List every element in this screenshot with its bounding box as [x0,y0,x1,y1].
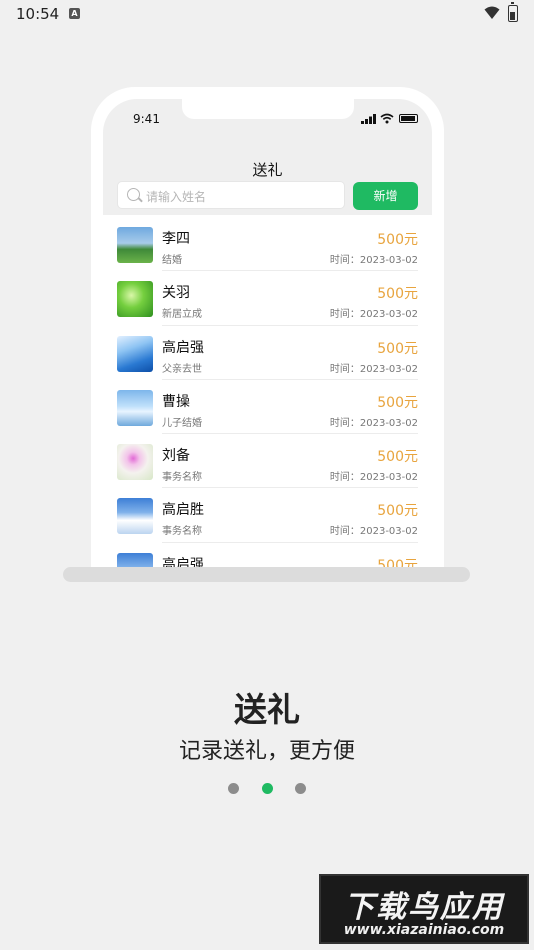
item-amount: 500元 [377,449,418,466]
item-time: 时间：2023-03-02 [329,309,418,321]
item-time: 时间：2023-03-02 [329,363,418,375]
item-amount: 500元 [377,503,418,520]
gift-list: 李四 结婚 500元 时间：2023-03-02 关羽 新居立成 500元 时间… [103,217,432,567]
item-desc: 新居立成 [162,309,202,321]
item-amount: 500元 [377,340,418,357]
phone-status-time: 9:41 [133,112,160,126]
list-item[interactable]: 刘备 事务名称 500元 时间：2023-03-02 [103,434,432,489]
battery-charging-icon [508,2,518,22]
onboarding-subheading: 记录送礼，更方便 [178,739,355,764]
item-desc: 事务名称 [162,472,202,484]
list-item[interactable]: 关羽 新居立成 500元 时间：2023-03-02 [103,271,432,326]
item-thumbnail [117,498,153,535]
system-status-bar: 10:54 A [0,0,534,28]
item-amount: 500元 [377,557,418,567]
item-desc: 结婚 [162,255,182,266]
phone-mockup: 9:41 送礼 请输入姓名 新增 李四 结婚 500元 时间：2023-03-0 [91,87,444,567]
list-item[interactable]: 曹操 儿子结婚 500元 时间：2023-03-02 [103,380,432,435]
item-name: 曹操 [162,393,190,410]
item-name: 高启强 [162,339,204,356]
signal-icon [361,114,376,124]
item-amount: 500元 [377,394,418,411]
item-time: 时间：2023-03-02 [329,417,418,429]
watermark-logo: 下载鸟应用 www.xiazainiao.com [319,874,529,944]
item-desc: 事务名称 [162,526,202,538]
watermark-url: www.xiazainiao.com [343,922,505,938]
phone-wifi-icon [380,113,394,124]
page-indicator [228,783,308,795]
item-thumbnail [117,389,153,426]
item-thumbnail [117,335,153,372]
item-time: 时间：2023-03-02 [329,255,418,266]
page-dot[interactable] [228,783,239,794]
onboarding-heading: 送礼 [234,690,300,729]
phone-base [63,567,470,582]
item-thumbnail [117,281,153,318]
list-item[interactable]: 李四 结婚 500元 时间：2023-03-02 [103,217,432,272]
list-item[interactable]: 高启强 500元 [103,543,432,567]
item-thumbnail [117,227,153,263]
page-dot[interactable] [295,783,306,794]
list-item[interactable]: 高启胜 事务名称 500元 时间：2023-03-02 [103,488,432,543]
a-icon: A [69,8,80,19]
phone-screen: 9:41 送礼 请输入姓名 新增 李四 结婚 500元 时间：2023-03-0 [103,99,432,567]
item-time: 时间：2023-03-02 [329,472,418,484]
item-desc: 父亲去世 [162,363,202,375]
wifi-icon [484,6,500,19]
page-title: 送礼 [252,161,283,179]
search-icon [127,188,140,201]
page-dot-active[interactable] [262,783,273,794]
item-name: 高启强 [162,556,204,567]
item-name: 高启胜 [162,502,204,519]
search-input[interactable]: 请输入姓名 [117,181,345,209]
watermark-title: 下载鸟应用 [344,890,504,925]
item-desc: 儿子结婚 [162,417,202,429]
item-name: 关羽 [162,285,190,302]
add-button[interactable]: 新增 [353,182,418,210]
phone-battery-icon [399,114,418,123]
phone-notch [182,99,354,119]
list-item[interactable]: 高启强 父亲去世 500元 时间：2023-03-02 [103,326,432,380]
item-amount: 500元 [377,286,418,303]
system-time: 10:54 [16,5,60,23]
item-thumbnail [117,552,153,567]
item-name: 李四 [162,231,190,247]
item-name: 刘备 [162,448,190,465]
search-placeholder: 请输入姓名 [146,190,207,204]
item-thumbnail [117,444,153,481]
item-amount: 500元 [377,232,418,248]
item-time: 时间：2023-03-02 [329,526,418,538]
